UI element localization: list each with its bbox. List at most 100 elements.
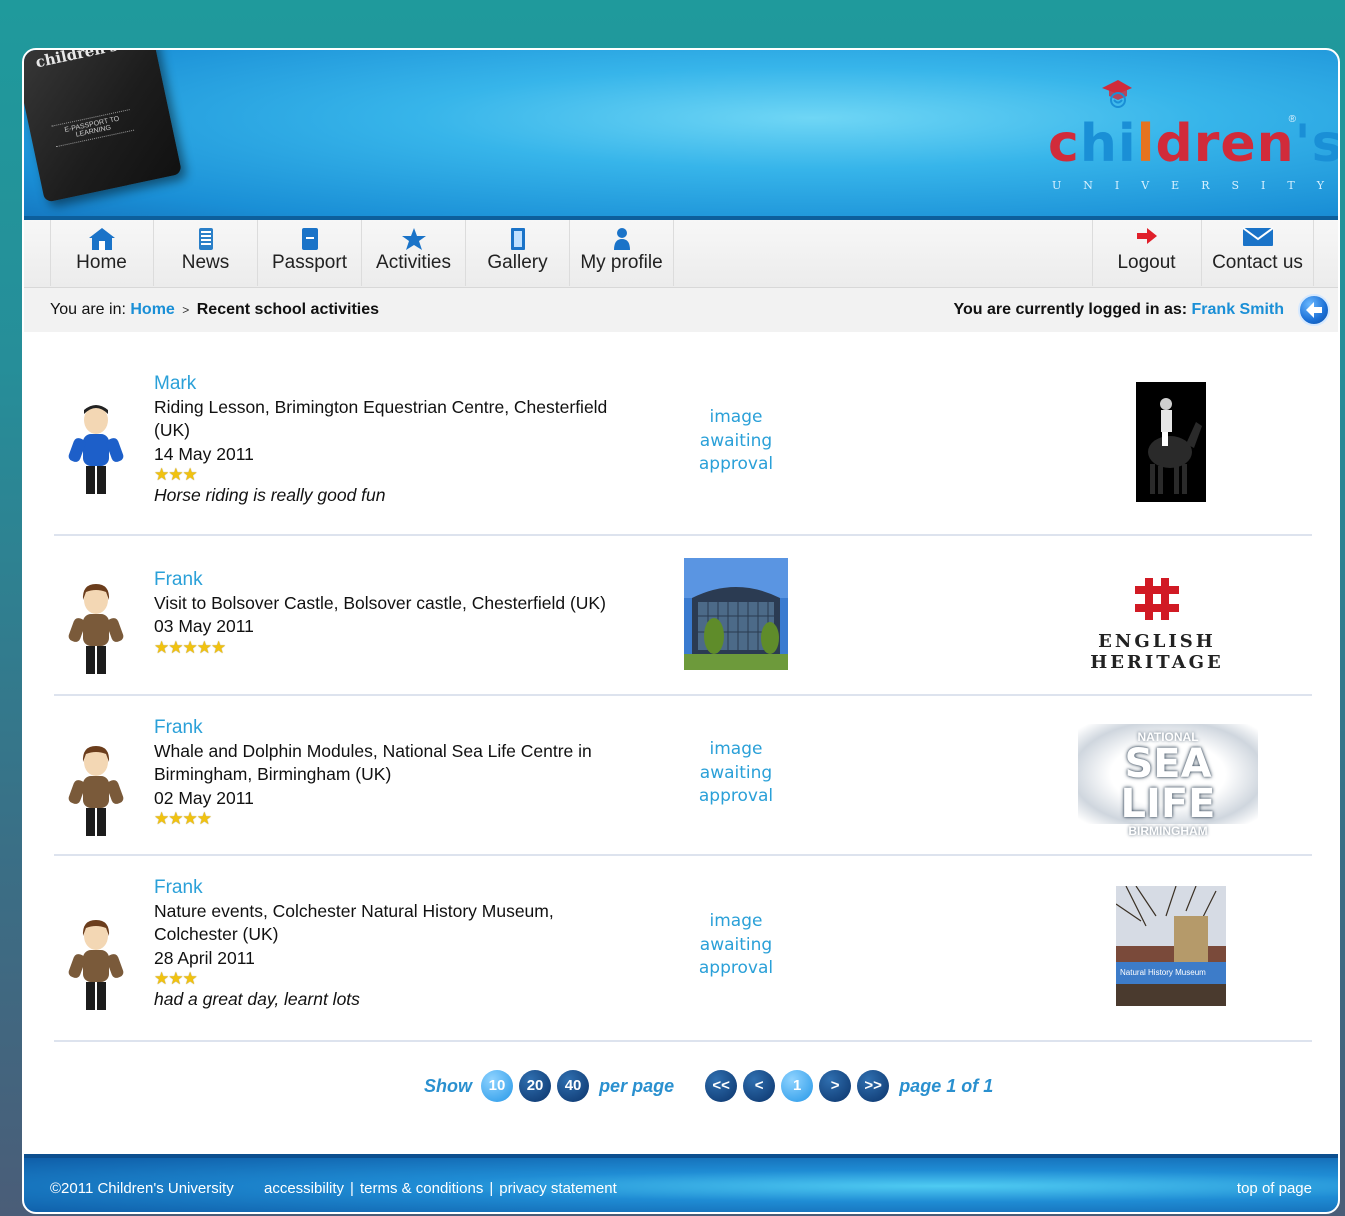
nav-activities[interactable]: Activities (362, 220, 466, 286)
english-heritage-emblem-icon (1135, 578, 1179, 620)
activity-title: Riding Lesson, Brimington Equestrian Cen… (154, 396, 608, 441)
museum-sign-text: Natural History Museum (1120, 968, 1206, 977)
activity-date: 03 May 2011 (154, 616, 254, 636)
activity-person-link[interactable]: Frank (154, 716, 634, 740)
museum-photo[interactable]: Natural History Museum (1115, 885, 1226, 1006)
per-page-10-button[interactable]: 10 (481, 1070, 514, 1102)
logged-in-user-link[interactable]: Frank Smith (1192, 301, 1284, 318)
activity-person-link[interactable]: Mark (154, 372, 634, 396)
pager-show-label: Show (424, 1075, 472, 1096)
activity-title: Nature events, Colchester Natural Histor… (154, 900, 554, 945)
activity-title: Whale and Dolphin Modules, National Sea … (154, 740, 592, 785)
terms-link[interactable]: terms & conditions (360, 1180, 483, 1197)
back-button[interactable] (1298, 294, 1330, 326)
activity-details: Frank Nature events, Colchester Natural … (154, 876, 634, 1012)
news-icon (154, 220, 257, 252)
accessibility-link[interactable]: accessibility (264, 1180, 344, 1197)
passport-book-title: children's (33, 48, 120, 72)
activity-date: 02 May 2011 (154, 787, 254, 808)
home-icon (50, 220, 153, 252)
activity-details: Frank Visit to Bolsover Castle, Bolsover… (154, 568, 634, 657)
sea-life-logo-main: SEA LIFE (1120, 741, 1216, 827)
profile-icon (570, 220, 673, 252)
per-page-20-button[interactable]: 20 (519, 1070, 552, 1102)
building-photo[interactable] (684, 558, 788, 670)
image-awaiting-approval: image awaiting approval (698, 911, 774, 978)
page-frame: children's E-PASSPORT TO LEARNING childr… (22, 48, 1340, 1214)
rating-stars: ★★★★★ (154, 637, 226, 657)
activity-date: 14 May 2011 (154, 443, 254, 464)
nav-contact-us[interactable]: Contact us (1202, 220, 1314, 286)
last-page-button[interactable]: >> (857, 1070, 890, 1102)
main-navigation: Home News Passport Activities Gallery My… (24, 220, 1338, 288)
next-page-button[interactable]: > (819, 1070, 852, 1102)
registered-mark: ® (1288, 114, 1296, 125)
avatar-frank[interactable] (68, 580, 124, 680)
breadcrumb-prefix: You are in: (50, 301, 126, 318)
activity-comment: Horse riding is really good fun (154, 485, 386, 505)
activity-details: Frank Whale and Dolphin Modules, Nationa… (154, 716, 634, 828)
brand-wordmark: children's (1048, 114, 1340, 174)
activity-row: Frank Visit to Bolsover Castle, Bolsover… (54, 536, 1312, 696)
breadcrumb-home-link[interactable]: Home (130, 301, 174, 318)
envelope-icon (1202, 220, 1313, 252)
prev-page-button[interactable]: < (743, 1070, 776, 1102)
nav-passport[interactable]: Passport (258, 220, 362, 286)
avatar-mark[interactable] (68, 400, 124, 500)
footer-divider: | (489, 1180, 494, 1197)
breadcrumb-separator: > (182, 303, 190, 317)
star-icon (362, 220, 465, 252)
copyright-text: ©2011 Children's University (50, 1180, 234, 1197)
english-heritage-text: ENGLISH HERITAGE (1090, 631, 1224, 673)
breadcrumb-current: Recent school activities (196, 301, 380, 318)
activity-comment: had a great day, learnt lots (154, 989, 360, 1009)
nav-logout[interactable]: Logout (1092, 220, 1202, 286)
image-awaiting-approval: image awaiting approval (698, 739, 774, 806)
activity-person-link[interactable]: Frank (154, 568, 634, 592)
privacy-link[interactable]: privacy statement (499, 1180, 617, 1197)
site-footer: ©2011 Children's University accessibilit… (24, 1154, 1338, 1212)
footer-divider: | (350, 1180, 354, 1197)
back-arrow-icon (1306, 302, 1322, 318)
activity-title: Visit to Bolsover Castle, Bolsover castl… (154, 592, 606, 613)
childrens-university-logo[interactable]: children's ® UNIVERSITY (1048, 78, 1338, 198)
avatar-frank[interactable] (68, 742, 124, 842)
rating-stars: ★★★ (154, 969, 198, 988)
gallery-icon (466, 220, 569, 252)
brand-subtitle: UNIVERSITY (1052, 179, 1340, 192)
pager-per-page-label: per page (599, 1075, 675, 1096)
avatar-frank[interactable] (68, 916, 124, 1016)
activity-details: Mark Riding Lesson, Brimington Equestria… (154, 372, 634, 508)
page-info: page 1 of 1 (899, 1075, 994, 1096)
nav-gallery[interactable]: Gallery (466, 220, 570, 286)
nav-news[interactable]: News (154, 220, 258, 286)
image-awaiting-approval: image awaiting approval (698, 407, 774, 474)
rating-stars: ★★★★ (154, 809, 212, 828)
per-page-40-button[interactable]: 40 (557, 1070, 590, 1102)
passport-book-image: children's E-PASSPORT TO LEARNING (24, 48, 183, 203)
english-heritage-logo[interactable]: ENGLISH HERITAGE (1044, 576, 1270, 673)
footer-links: accessibility | terms & conditions | privacy… (264, 1180, 617, 1197)
nav-my-profile[interactable]: My profile (570, 220, 674, 286)
rating-stars: ★★★ (154, 465, 198, 484)
pagination: Show 10 20 40 per page << < 1 > >> page … (420, 1070, 997, 1104)
login-prefix: You are currently logged in as: (953, 301, 1188, 318)
activity-row: Frank Nature events, Colchester Natural … (54, 856, 1312, 1042)
first-page-button[interactable]: << (705, 1070, 738, 1102)
breadcrumb: You are in: Home > Recent school activit… (50, 301, 379, 319)
horse-rider-photo[interactable] (1136, 382, 1206, 502)
sea-life-logo-bottom: BIRMINGHAM (1128, 824, 1208, 838)
sea-life-logo[interactable]: NATIONAL SEA LIFE BIRMINGHAM (1078, 724, 1258, 838)
graduation-cap-icon (1102, 80, 1132, 108)
top-of-page-link[interactable]: top of page (1237, 1180, 1312, 1197)
page-1-button[interactable]: 1 (781, 1070, 814, 1102)
activity-row: Frank Whale and Dolphin Modules, Nationa… (54, 696, 1312, 856)
activity-person-link[interactable]: Frank (154, 876, 634, 900)
activity-row: Mark Riding Lesson, Brimington Equestria… (54, 350, 1312, 536)
nav-home[interactable]: Home (50, 220, 154, 286)
passport-book-subtitle: E-PASSPORT TO LEARNING (51, 109, 135, 148)
passport-icon (258, 220, 361, 252)
breadcrumb-bar: You are in: Home > Recent school activit… (24, 288, 1338, 332)
activity-list: Mark Riding Lesson, Brimington Equestria… (54, 350, 1312, 1042)
logout-arrow-icon (1092, 220, 1201, 252)
